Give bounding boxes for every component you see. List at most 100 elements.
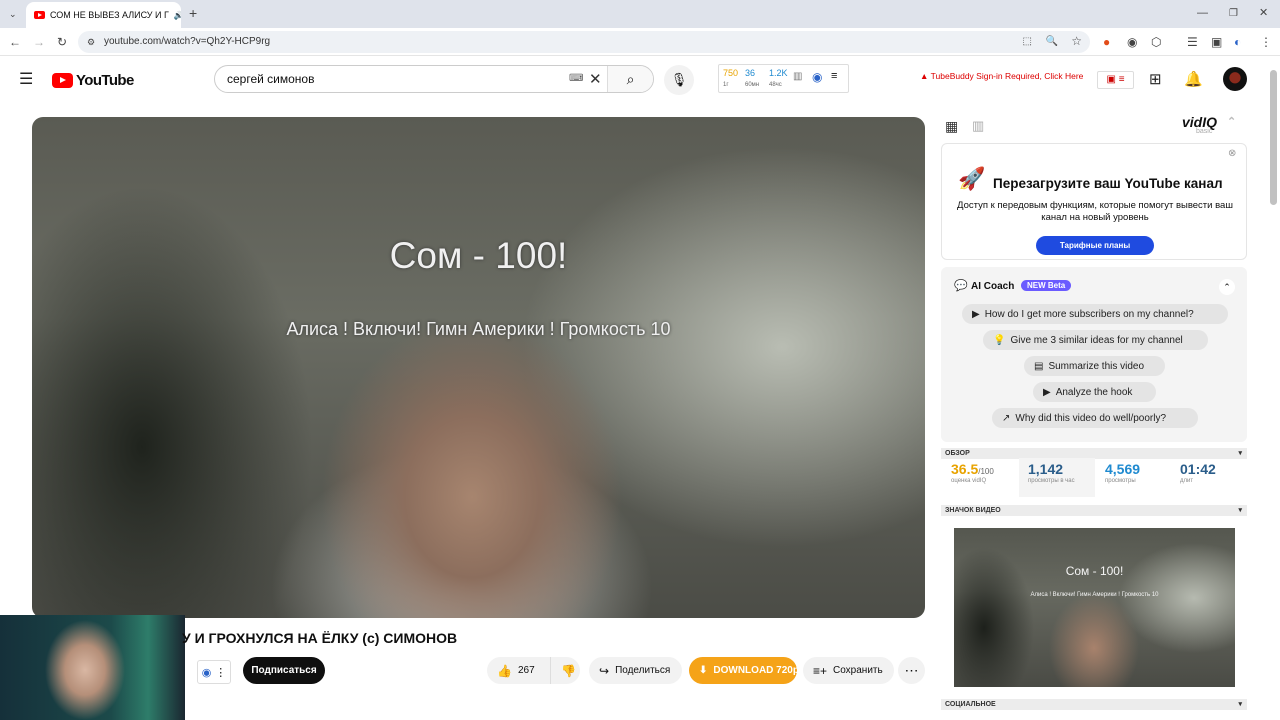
browser-toolbar: ← → ↻ ⚙ youtube.com/watch?v=Qh2Y-HCP9rg … <box>0 28 1280 56</box>
like-button[interactable]: 👍 267 <box>487 657 550 684</box>
tubebuddy-signin-link[interactable]: ▲ TubeBuddy Sign-in Required, Click Here <box>920 71 1083 81</box>
install-icon[interactable]: ⬚ <box>1023 35 1032 49</box>
youtube-favicon-icon <box>34 11 45 19</box>
user-avatar[interactable] <box>1223 67 1247 91</box>
microphone-icon: 🎙 <box>670 72 688 87</box>
menu-hamburger-icon[interactable]: ☰ <box>19 69 33 89</box>
page-scrollbar[interactable] <box>1270 70 1277 205</box>
video-thumbnail[interactable]: Сом - 100! Алиса ! Включи! Гимн Америки … <box>954 528 1235 687</box>
search-input[interactable]: сергей симонов <box>227 72 314 86</box>
pricing-plans-button[interactable]: Тарифные планы <box>1036 236 1154 255</box>
close-window-icon[interactable]: ✕ <box>1259 6 1268 20</box>
back-icon[interactable]: ← <box>9 35 21 49</box>
dropdown-icon: ▾ <box>1238 450 1242 457</box>
thumbnail-header-label: ЗНАЧОК ВИДЕО <box>945 507 1001 514</box>
dislike-button[interactable]: 👎 <box>550 657 580 684</box>
browser-tab[interactable]: СОМ НЕ ВЫВЕЗ АЛИСУ И Г 🔊 ✕ <box>26 2 181 28</box>
vidiq-score: 36.5/100 оценка vidIQ <box>951 461 994 497</box>
clear-search-icon[interactable]: ✕ <box>589 70 602 88</box>
coach-question[interactable]: ▤ Summarize this video <box>1024 356 1165 376</box>
side-panel-icon[interactable]: ▣ <box>1211 35 1222 49</box>
video-title: У И ГРОХНУЛСЯ НА ЁЛКУ (с) СИМОНОВ <box>182 630 458 646</box>
stat-unit: 48чс <box>769 82 782 88</box>
search-box[interactable]: сергей симонов ⌨ ✕ ⌕ <box>214 65 654 93</box>
more-actions-button[interactable]: ⋯ <box>898 657 925 684</box>
video-player[interactable]: Сом - 100! Алиса ! Включи! Гимн Америки … <box>32 117 925 618</box>
lightbulb-icon: 💡 <box>993 334 1006 346</box>
extension-fire-icon[interactable]: ● <box>1103 35 1110 49</box>
total-views: 4,569 просмотры <box>1105 461 1140 497</box>
stat-value: 36 <box>745 68 756 78</box>
extensions-puzzle-icon[interactable]: ⬡ <box>1151 35 1161 49</box>
social-section-header[interactable]: СОЦИАЛЬНОЕ ▾ <box>941 699 1247 710</box>
share-icon: ↪ <box>599 663 610 678</box>
chart-icon[interactable]: ▥ <box>793 71 802 82</box>
tab-title: СОМ НЕ ВЫВЕЗ АЛИСУ И Г <box>50 10 169 20</box>
new-tab-icon[interactable]: + <box>189 6 197 20</box>
save-button[interactable]: ≡+ Сохранить <box>803 657 894 684</box>
coach-question[interactable]: ▶ Analyze the hook <box>1033 382 1156 402</box>
grid-view-icon[interactable]: ▦ <box>945 118 958 135</box>
subscribe-label: Подписаться <box>251 665 317 676</box>
coach-question[interactable]: 💡 Give me 3 similar ideas for my channel <box>983 330 1208 350</box>
dropdown-icon: ▾ <box>1238 507 1242 514</box>
webcam-overlay <box>0 615 185 720</box>
question-text: Give me 3 similar ideas for my channel <box>1010 334 1183 346</box>
reload-icon[interactable]: ↻ <box>57 35 67 49</box>
youtube-logo[interactable]: YouTube <box>52 72 134 89</box>
new-beta-badge: NEW Beta <box>1021 280 1072 291</box>
browser-menu-icon[interactable]: ⋮ <box>1260 35 1272 49</box>
length-label: длит <box>1180 478 1194 484</box>
warning-icon: ▲ <box>920 71 929 81</box>
minimize-icon[interactable]: — <box>1197 6 1208 20</box>
subscribe-button[interactable]: Подписаться <box>243 657 325 684</box>
notifications-bell-icon[interactable]: 🔔 <box>1184 70 1203 88</box>
search-button[interactable]: ⌕ <box>607 66 653 92</box>
download-button[interactable]: ⬇ DOWNLOAD 720p <box>689 657 799 684</box>
chat-bubble-icon: 💬 <box>954 280 968 292</box>
keyboard-icon[interactable]: ⌨ <box>569 73 583 84</box>
collapse-icon[interactable]: ⌃ <box>1227 115 1236 128</box>
stats-view-icon[interactable]: ▥ <box>972 118 984 134</box>
vidiq-play-icon[interactable]: ◉ <box>812 70 822 84</box>
vidiq-channel-widget[interactable]: ◉ ⋮ <box>197 660 231 684</box>
thumbs-up-icon: 👍 <box>497 663 512 678</box>
promo-description: Доступ к передовым функциям, которые пом… <box>957 200 1233 223</box>
voice-search-button[interactable]: 🎙 <box>664 65 694 95</box>
address-bar[interactable]: ⚙ youtube.com/watch?v=Qh2Y-HCP9rg ⬚ 🔍 ☆ <box>78 31 1090 53</box>
youtube-logo-text: YouTube <box>76 72 134 89</box>
coach-question[interactable]: ↗ Why did this video do well/poorly? <box>992 408 1198 428</box>
ai-coach-title: AI Coach <box>971 281 1015 292</box>
tubebuddy-menu-icon[interactable]: ▣ ≡ <box>1097 71 1134 89</box>
thumbnail-section-header[interactable]: ЗНАЧОК ВИДЕО ▾ <box>941 505 1247 516</box>
close-promo-icon[interactable]: ⊗ <box>1228 148 1236 159</box>
create-video-icon[interactable]: ⊞ <box>1149 70 1162 88</box>
bookmark-star-icon[interactable]: ☆ <box>1071 34 1082 48</box>
thumbnail-overlay-subtitle: Алиса ! Включи! Гимн Америки ! Громкость… <box>1030 592 1159 598</box>
vidiq-plan: basic <box>1196 128 1213 135</box>
stat-value: 750 <box>723 68 739 78</box>
reading-list-icon[interactable]: ☰ <box>1187 35 1198 49</box>
site-info-icon[interactable]: ⚙ <box>87 35 95 49</box>
profile-icon[interactable]: ◐ <box>1234 35 1241 49</box>
stat-unit: 1г <box>723 82 729 88</box>
speaker-icon[interactable]: 🔊 <box>174 11 181 20</box>
extension-circle-icon[interactable]: ◉ <box>1127 35 1137 49</box>
coach-question[interactable]: ▶ How do I get more subscribers on my ch… <box>962 304 1228 324</box>
zoom-icon[interactable]: 🔍 <box>1046 35 1058 49</box>
question-text: How do I get more subscribers on my chan… <box>984 308 1194 320</box>
more-vertical-icon: ⋮ <box>215 666 227 679</box>
share-button[interactable]: ↪ Поделиться <box>589 657 682 684</box>
collapse-coach-icon[interactable]: ⌃ <box>1219 279 1235 295</box>
vidiq-play-icon: ◉ <box>201 666 212 679</box>
thumbs-down-icon: 👎 <box>561 663 576 678</box>
forward-icon[interactable]: → <box>33 35 45 49</box>
tab-search-icon[interactable]: ⌄ <box>9 7 17 21</box>
social-header-label: СОЦИАЛЬНОЕ <box>945 701 996 708</box>
promo-title: Перезагрузите ваш YouTube канал <box>993 176 1223 191</box>
restore-icon[interactable]: ❐ <box>1229 7 1238 21</box>
stat-48h: 1.2K 48чс <box>769 68 788 88</box>
thumbnail-overlay-title: Сом - 100! <box>1065 564 1124 578</box>
stats-menu-icon[interactable]: ≡ <box>831 70 837 82</box>
vidiq-stats-widget[interactable]: 750 1г 36 60мн 1.2K 48чс ▥ ◉ ≡ <box>718 64 849 93</box>
